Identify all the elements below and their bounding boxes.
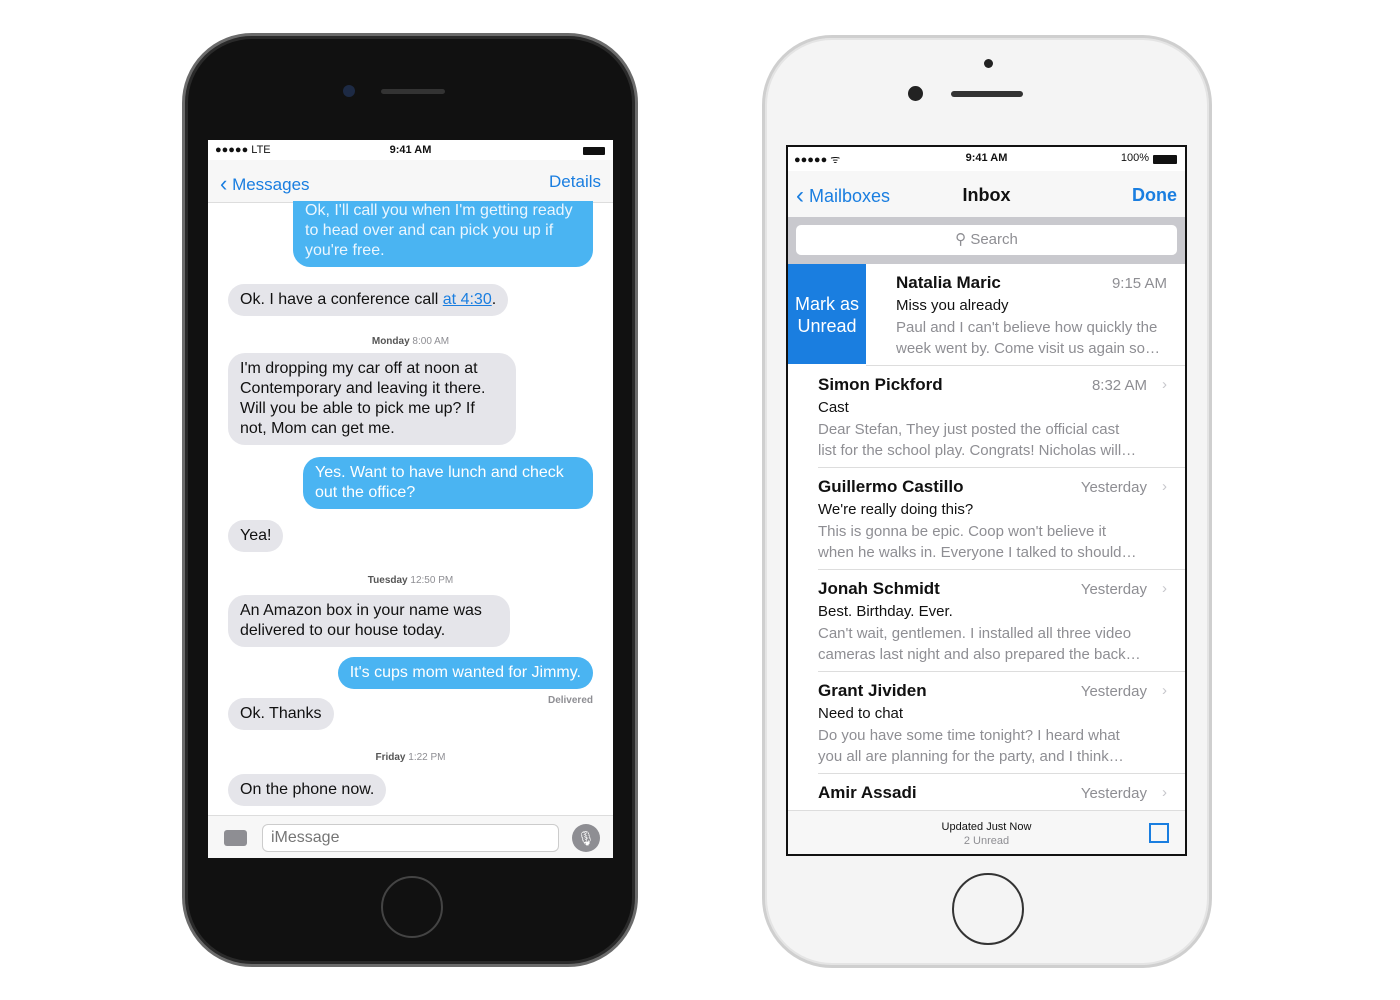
- email-time: Yesterday: [1080, 785, 1147, 802]
- unread-count: 2 Unread: [963, 835, 1010, 847]
- subject: Best. Birthday. Ever.: [818, 603, 953, 620]
- chevron-right-icon: ›: [1162, 682, 1167, 699]
- email-time: 8:32 AM: [1091, 377, 1147, 394]
- input-bar: 🎙: [208, 815, 613, 858]
- chevron-right-icon: ›: [1162, 478, 1167, 495]
- email-row[interactable]: Simon Pickford 8:32 AM › Cast Dear Stefan, T…: [788, 366, 1185, 468]
- speaker-grille: [951, 91, 1023, 97]
- received-message: I'm dropping my car off at noon at Conte…: [228, 353, 516, 445]
- subject: Need to chat: [818, 705, 904, 722]
- email-time: Yesterday: [1080, 683, 1147, 700]
- toolbar: Updated Just Now 2 Unread: [788, 810, 1185, 854]
- subject: Cast: [818, 399, 849, 416]
- email-time: Yesterday: [1080, 479, 1147, 496]
- chevron-right-icon: ›: [1162, 784, 1167, 801]
- mail-screen: ●●●●● ᯤ 9:41 AM 100% ‹ Mailboxes Inbox D…: [786, 145, 1187, 856]
- email-row[interactable]: Grant Jividen Yesterday › Need to chat Do yo…: [788, 672, 1185, 774]
- sender: Amir Assadi: [818, 783, 917, 802]
- nav-bar: ‹ Messages Details: [208, 160, 613, 203]
- camera-button[interactable]: [224, 830, 247, 846]
- received-message: Ok. Thanks: [228, 698, 334, 730]
- received-message: An Amazon box in your name was delivered…: [228, 595, 510, 647]
- compose-icon[interactable]: [1149, 823, 1169, 843]
- home-button[interactable]: [952, 873, 1024, 945]
- sender: Natalia Maric: [896, 273, 1001, 292]
- search-area: ⚲ Search: [788, 217, 1185, 264]
- sent-message: It's cups mom wanted for Jimmy.: [337, 657, 593, 689]
- email-time: Yesterday: [1080, 581, 1147, 598]
- email-row[interactable]: Mark as Unread Natalia Maric 9:15 AM Miss y…: [788, 264, 1185, 366]
- timestamp: Tuesday 12:50 PM: [367, 575, 454, 586]
- camera-icon: [343, 85, 355, 97]
- chevron-right-icon: ›: [1162, 580, 1167, 597]
- sender: Grant Jividen: [818, 681, 927, 700]
- email-time: 9:15 AM: [1111, 275, 1167, 292]
- battery-icon: [583, 147, 605, 155]
- subject: We're really doing this?: [818, 501, 974, 518]
- nav-bar: ‹ Mailboxes Inbox Done: [788, 171, 1185, 217]
- received-message: Ok. I have a conference call at 4:30.: [228, 284, 509, 316]
- back-button[interactable]: ‹ Messages: [220, 170, 310, 196]
- details-button[interactable]: Details: [549, 172, 601, 192]
- sensor-dot: [984, 59, 993, 68]
- preview: Dear Stefan, They just posted the offici…: [818, 421, 1137, 459]
- sent-message: Yes. Want to have lunch and check out th…: [303, 457, 593, 509]
- message-thread: Ok, I'll call you when I'm getting ready…: [208, 201, 613, 815]
- chevron-right-icon: ›: [1162, 376, 1167, 393]
- email-row[interactable]: Guillermo Castillo Yesterday › We're really…: [788, 468, 1185, 570]
- sender: Guillermo Castillo: [818, 477, 964, 496]
- microphone-button[interactable]: 🎙: [572, 824, 600, 852]
- done-button[interactable]: Done: [1132, 185, 1177, 206]
- sender: Jonah Schmidt: [818, 579, 940, 598]
- camera-icon: [908, 86, 923, 101]
- preview: This is gonna be epic. Coop won't believ…: [818, 523, 1137, 561]
- sent-message: Ok, I'll call you when I'm getting ready…: [293, 201, 593, 267]
- search-field[interactable]: ⚲ Search: [796, 225, 1177, 255]
- received-message: On the phone now.: [228, 774, 387, 806]
- received-message: Yea!: [228, 520, 284, 552]
- preview: Can't wait, gentlemen. I installed all t…: [818, 625, 1141, 663]
- messages-screen: ●●●●● LTE 9:41 AM ‹ Messages Details Ok,…: [208, 140, 613, 858]
- home-button[interactable]: [381, 876, 443, 938]
- preview: Paul and I can't believe how quickly the…: [896, 319, 1161, 357]
- mark-as-unread-button[interactable]: Mark as Unread: [788, 264, 866, 364]
- sender: Simon Pickford: [818, 375, 943, 394]
- email-list: Mark as Unread Natalia Maric 9:15 AM Miss y…: [788, 264, 1185, 810]
- timestamp: Friday 1:22 PM: [375, 752, 446, 763]
- imessage-input[interactable]: [262, 824, 559, 852]
- email-row[interactable]: Jonah Schmidt Yesterday › Best. Birthday. E…: [788, 570, 1185, 672]
- chevron-left-icon: ‹: [220, 171, 228, 196]
- subject: Miss you already: [896, 297, 1009, 314]
- inbox-title: Inbox: [962, 185, 1011, 205]
- speaker-grille: [381, 89, 445, 94]
- timestamp: Monday 8:00 AM: [371, 336, 450, 347]
- preview: Do you have some time tonight? I heard w…: [818, 727, 1124, 765]
- search-icon: ⚲: [955, 231, 967, 248]
- delivered-status: Delivered: [547, 695, 593, 706]
- updated-status: Updated Just Now: [941, 821, 1032, 833]
- time-link[interactable]: at 4:30: [443, 291, 492, 308]
- battery-percent: 100%: [1120, 152, 1149, 164]
- battery-icon: [1153, 155, 1177, 164]
